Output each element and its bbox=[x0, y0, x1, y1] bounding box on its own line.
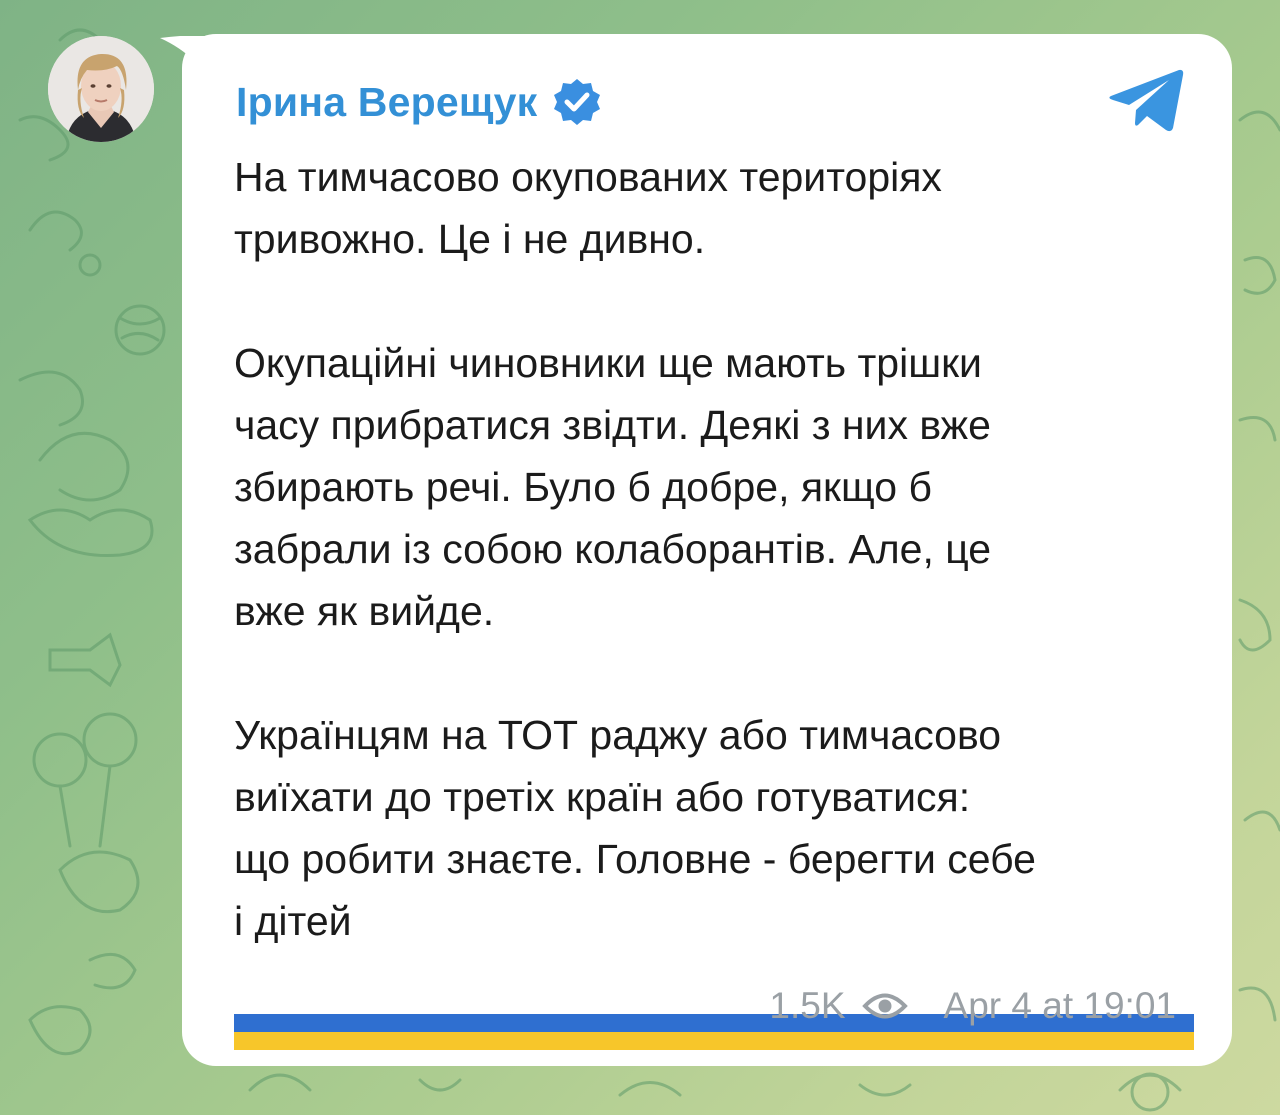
avatar-portrait bbox=[48, 36, 154, 142]
message-text: На тимчасово окупованих територіях триво… bbox=[234, 146, 1194, 1050]
eye-icon bbox=[861, 993, 908, 1019]
view-count: 1.5K bbox=[769, 985, 846, 1026]
ukraine-flag-emoji bbox=[356, 902, 412, 938]
message-paragraph-2: Окупаційні чиновники ще мають трішки час… bbox=[234, 340, 992, 634]
author-name[interactable]: Ірина Верещук bbox=[236, 79, 537, 126]
verified-badge-icon bbox=[554, 79, 601, 125]
message-paragraph-3: Українцям на ТОТ раджу або тимчасово виї… bbox=[234, 704, 1194, 952]
post-footer: 1.5K Apr 4 at 19:01 bbox=[769, 982, 1176, 1030]
telegram-icon[interactable] bbox=[1107, 66, 1185, 134]
post-header: Ірина Верещук bbox=[236, 74, 603, 130]
message-paragraph-3-text: Українцям на ТОТ раджу або тимчасово виї… bbox=[234, 712, 1036, 944]
message-paragraph-1: На тимчасово окупованих територіях триво… bbox=[234, 154, 942, 262]
message-bubble[interactable]: Ірина Верещук На тимчасово окупованих те… bbox=[182, 34, 1232, 1066]
post-timestamp: Apr 4 at 19:01 bbox=[943, 985, 1176, 1026]
author-avatar[interactable] bbox=[48, 36, 154, 142]
